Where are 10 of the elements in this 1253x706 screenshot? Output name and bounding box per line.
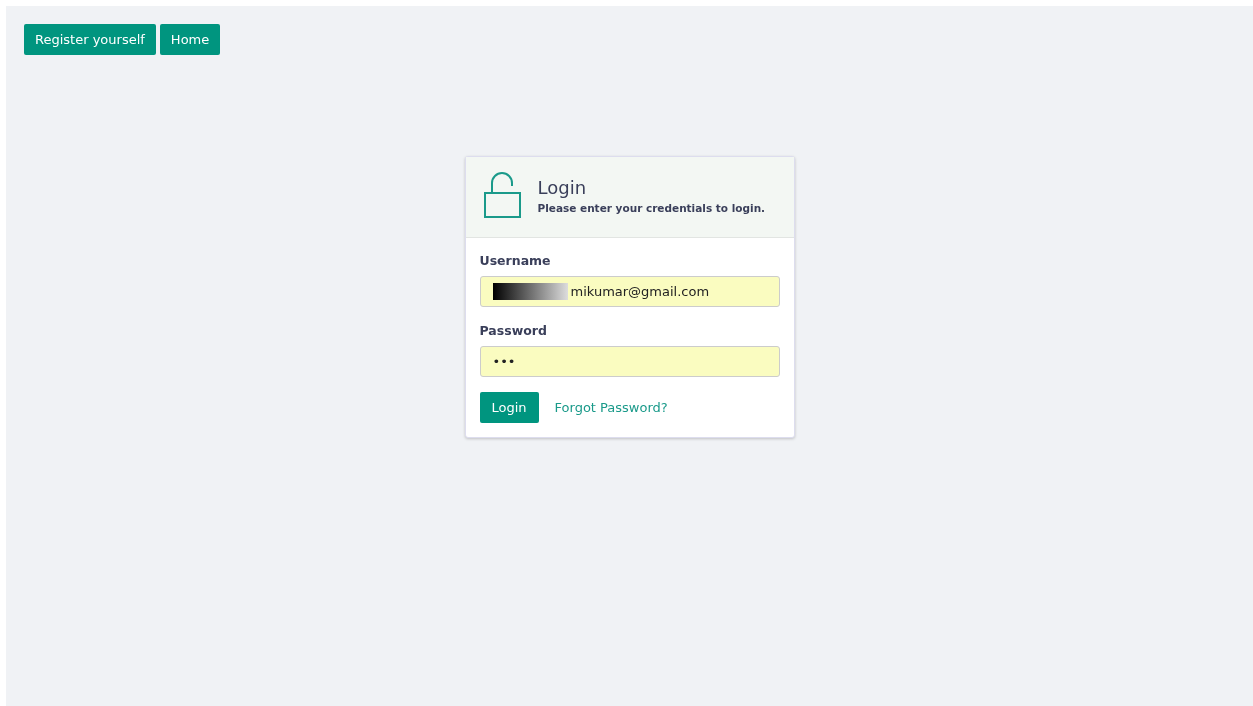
field-label: Username bbox=[479, 252, 552, 270]
input-field[interactable]: ••• bbox=[479, 345, 780, 377]
register-button[interactable]: Register yourself bbox=[24, 24, 156, 55]
card-title: Login bbox=[537, 175, 588, 200]
home-button[interactable]: Home bbox=[159, 24, 221, 55]
field-label: Password bbox=[479, 321, 548, 340]
forgot-password-link[interactable]: Forgot Password? bbox=[554, 397, 668, 417]
padlock-icon bbox=[483, 171, 522, 219]
login-button[interactable]: Login bbox=[479, 391, 539, 423]
card-subtitle: Please enter your credentials to login. bbox=[537, 200, 766, 216]
